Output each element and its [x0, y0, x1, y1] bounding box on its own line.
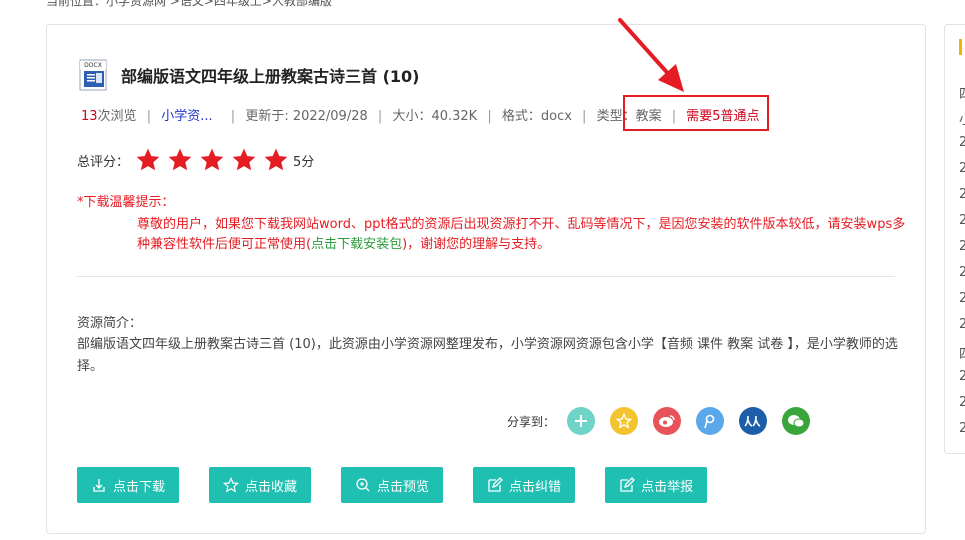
sidebar-accent-bar: [959, 39, 962, 55]
wechat-icon[interactable]: [782, 407, 811, 435]
sidebar-item[interactable]: 2: [959, 421, 965, 436]
install-package-link[interactable]: 点击下载安装包: [311, 237, 402, 252]
sidebar-item[interactable]: 2: [959, 187, 965, 202]
tencent-weibo-icon[interactable]: [696, 407, 725, 435]
renren-icon[interactable]: [739, 407, 768, 435]
share-bar: 分享到：: [507, 407, 825, 435]
download-icon: [93, 479, 105, 492]
star-icon: [200, 148, 224, 171]
star-icon: [264, 148, 288, 171]
plus-share-icon[interactable]: [567, 407, 596, 435]
view-count: 13: [81, 109, 98, 124]
sidebar-item[interactable]: 2: [959, 161, 965, 176]
qzone-icon[interactable]: [610, 407, 639, 435]
source-link[interactable]: 小学资...: [161, 109, 212, 124]
magnifier-icon: [356, 478, 370, 492]
meta-separator: |: [146, 109, 152, 124]
file-size: 大小：40.32K: [392, 109, 478, 124]
sidebar-item[interactable]: 2: [959, 135, 965, 150]
page-title: 部编版语文四年级上册教案古诗三首 (10): [121, 67, 420, 86]
rating-label: 总评分：: [77, 154, 130, 170]
intro-label: 资源简介：: [77, 316, 143, 331]
docx-file-icon: DOCX: [79, 59, 107, 91]
meta-separator: |: [582, 109, 587, 124]
sidebar-item[interactable]: 四: [959, 83, 965, 102]
intro-text: 部编版语文四年级上册教案古诗三首 (10)，此资源由小学资源网整理发布，小学资源…: [77, 337, 898, 374]
star-icon: [136, 148, 160, 171]
download-notice-title: *下载温馨提示：: [77, 195, 175, 210]
svg-text:DOCX: DOCX: [84, 62, 102, 69]
edit-icon: [620, 477, 635, 492]
report-button-label: 点击举报: [641, 479, 694, 495]
breadcrumb[interactable]: 当前位置：小学资源网 >语文>四年级上>人教部编版: [46, 0, 332, 9]
view-count-suffix: 次浏览: [97, 109, 137, 124]
notice-text-end: )，谢谢您的理解与支持。: [402, 237, 551, 252]
meta-separator: |: [487, 109, 492, 124]
sidebar-item[interactable]: 2: [959, 369, 965, 384]
report-button[interactable]: 点击举报: [605, 467, 708, 503]
points-highlight-box: [623, 95, 769, 131]
sidebar-item[interactable]: 四: [959, 343, 965, 362]
resource-card: DOCX 部编版语文四年级上册教案古诗三首 (10) 13次浏览 | 小学资..…: [46, 24, 926, 534]
sidebar-item[interactable]: 2: [959, 395, 965, 410]
rating: 总评分： 5分: [77, 147, 314, 173]
star-outline-icon: [223, 477, 240, 493]
edit-icon: [488, 477, 503, 492]
sidebar-item[interactable]: 2: [959, 265, 965, 280]
download-button[interactable]: 点击下载: [77, 467, 180, 503]
download-notice-body: 尊敬的用户，如果您下载我网站word、ppt格式的资源后出现资源打不开、乱码等情…: [137, 215, 907, 255]
star-icon: [168, 148, 192, 171]
meta-separator: |: [230, 109, 236, 124]
divider: [77, 276, 895, 277]
favorite-button-label: 点击收藏: [245, 479, 298, 495]
sidebar-item[interactable]: 2: [959, 239, 965, 254]
updated-date: 更新于: 2022/09/28: [245, 109, 368, 124]
download-button-label: 点击下载: [113, 479, 166, 495]
meta-separator: |: [377, 109, 383, 124]
share-label: 分享到：: [507, 414, 556, 429]
action-buttons: 点击下载 点击收藏 点击预览 点击纠错 点击举报: [77, 467, 737, 503]
correct-button[interactable]: 点击纠错: [473, 467, 576, 503]
rating-score: 5分: [293, 154, 315, 170]
file-format: 格式：docx: [501, 109, 572, 124]
sidebar-item[interactable]: 2: [959, 213, 965, 228]
correct-button-label: 点击纠错: [509, 479, 562, 495]
weibo-icon[interactable]: [653, 407, 682, 435]
favorite-button[interactable]: 点击收藏: [209, 467, 312, 503]
preview-button[interactable]: 点击预览: [341, 467, 444, 503]
sidebar-item[interactable]: 2: [959, 317, 965, 332]
preview-button-label: 点击预览: [377, 479, 430, 495]
sidebar-item[interactable]: 小: [959, 109, 965, 128]
star-icon: [232, 148, 256, 171]
sidebar-item[interactable]: 2: [959, 291, 965, 306]
right-sidebar-panel: 四 小 2 2 2 2 2 2 2 2 四 2 2 2: [944, 24, 965, 454]
